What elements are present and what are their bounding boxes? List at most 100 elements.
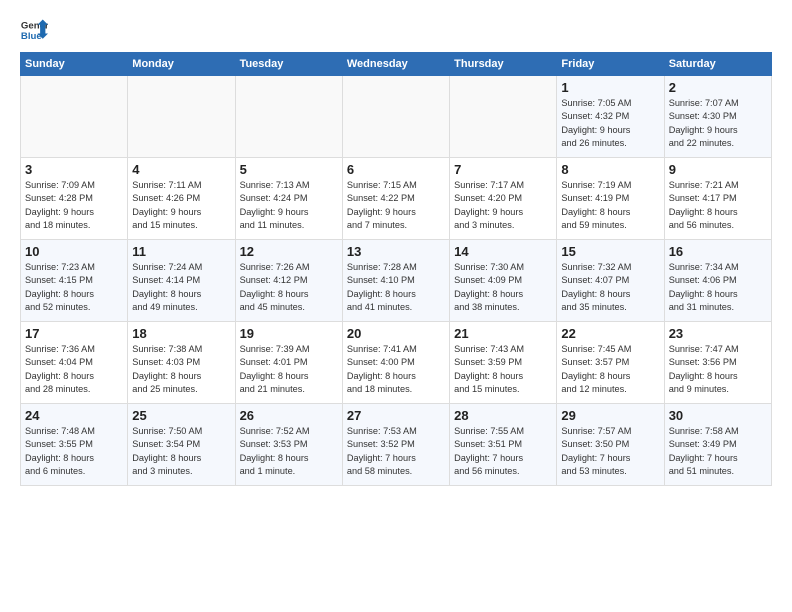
calendar-cell: 8 Sunrise: 7:19 AM Sunset: 4:19 PM Daylig… xyxy=(557,158,664,240)
calendar-table: SundayMondayTuesdayWednesdayThursdayFrid… xyxy=(20,52,772,486)
cell-info: Sunrise: 7:36 AM Sunset: 4:04 PM Dayligh… xyxy=(25,343,123,396)
cell-info: Sunrise: 7:50 AM Sunset: 3:54 PM Dayligh… xyxy=(132,425,230,478)
cell-info: Sunrise: 7:58 AM Sunset: 3:49 PM Dayligh… xyxy=(669,425,767,478)
day-number: 25 xyxy=(132,408,230,423)
calendar-cell: 20 Sunrise: 7:41 AM Sunset: 4:00 PM Dayli… xyxy=(342,322,449,404)
calendar-cell: 15 Sunrise: 7:32 AM Sunset: 4:07 PM Dayli… xyxy=(557,240,664,322)
day-number: 22 xyxy=(561,326,659,341)
day-number: 16 xyxy=(669,244,767,259)
day-number: 19 xyxy=(240,326,338,341)
calendar-cell: 11 Sunrise: 7:24 AM Sunset: 4:14 PM Dayli… xyxy=(128,240,235,322)
day-number: 5 xyxy=(240,162,338,177)
day-number: 28 xyxy=(454,408,552,423)
calendar-cell: 6 Sunrise: 7:15 AM Sunset: 4:22 PM Daylig… xyxy=(342,158,449,240)
calendar-cell: 12 Sunrise: 7:26 AM Sunset: 4:12 PM Dayli… xyxy=(235,240,342,322)
calendar-cell: 19 Sunrise: 7:39 AM Sunset: 4:01 PM Dayli… xyxy=(235,322,342,404)
calendar-cell: 17 Sunrise: 7:36 AM Sunset: 4:04 PM Dayli… xyxy=(21,322,128,404)
cell-info: Sunrise: 7:38 AM Sunset: 4:03 PM Dayligh… xyxy=(132,343,230,396)
cell-info: Sunrise: 7:53 AM Sunset: 3:52 PM Dayligh… xyxy=(347,425,445,478)
day-number: 6 xyxy=(347,162,445,177)
col-header-tuesday: Tuesday xyxy=(235,53,342,76)
cell-info: Sunrise: 7:21 AM Sunset: 4:17 PM Dayligh… xyxy=(669,179,767,232)
cell-info: Sunrise: 7:11 AM Sunset: 4:26 PM Dayligh… xyxy=(132,179,230,232)
calendar-cell xyxy=(342,76,449,158)
calendar-cell: 5 Sunrise: 7:13 AM Sunset: 4:24 PM Daylig… xyxy=(235,158,342,240)
col-header-monday: Monday xyxy=(128,53,235,76)
cell-info: Sunrise: 7:28 AM Sunset: 4:10 PM Dayligh… xyxy=(347,261,445,314)
cell-info: Sunrise: 7:15 AM Sunset: 4:22 PM Dayligh… xyxy=(347,179,445,232)
day-number: 7 xyxy=(454,162,552,177)
calendar-cell: 16 Sunrise: 7:34 AM Sunset: 4:06 PM Dayli… xyxy=(664,240,771,322)
day-number: 12 xyxy=(240,244,338,259)
cell-info: Sunrise: 7:05 AM Sunset: 4:32 PM Dayligh… xyxy=(561,97,659,150)
calendar-cell: 26 Sunrise: 7:52 AM Sunset: 3:53 PM Dayli… xyxy=(235,404,342,486)
day-number: 8 xyxy=(561,162,659,177)
cell-info: Sunrise: 7:32 AM Sunset: 4:07 PM Dayligh… xyxy=(561,261,659,314)
day-number: 13 xyxy=(347,244,445,259)
calendar-cell: 4 Sunrise: 7:11 AM Sunset: 4:26 PM Daylig… xyxy=(128,158,235,240)
calendar-cell: 24 Sunrise: 7:48 AM Sunset: 3:55 PM Dayli… xyxy=(21,404,128,486)
day-number: 23 xyxy=(669,326,767,341)
day-number: 30 xyxy=(669,408,767,423)
col-header-thursday: Thursday xyxy=(450,53,557,76)
day-number: 9 xyxy=(669,162,767,177)
calendar-cell: 23 Sunrise: 7:47 AM Sunset: 3:56 PM Dayli… xyxy=(664,322,771,404)
day-number: 14 xyxy=(454,244,552,259)
calendar-cell xyxy=(128,76,235,158)
cell-info: Sunrise: 7:47 AM Sunset: 3:56 PM Dayligh… xyxy=(669,343,767,396)
day-number: 27 xyxy=(347,408,445,423)
day-number: 3 xyxy=(25,162,123,177)
calendar-cell: 14 Sunrise: 7:30 AM Sunset: 4:09 PM Dayli… xyxy=(450,240,557,322)
cell-info: Sunrise: 7:52 AM Sunset: 3:53 PM Dayligh… xyxy=(240,425,338,478)
day-number: 10 xyxy=(25,244,123,259)
calendar-cell xyxy=(21,76,128,158)
cell-info: Sunrise: 7:13 AM Sunset: 4:24 PM Dayligh… xyxy=(240,179,338,232)
cell-info: Sunrise: 7:45 AM Sunset: 3:57 PM Dayligh… xyxy=(561,343,659,396)
day-number: 15 xyxy=(561,244,659,259)
logo: General Blue xyxy=(20,16,48,44)
cell-info: Sunrise: 7:19 AM Sunset: 4:19 PM Dayligh… xyxy=(561,179,659,232)
calendar-cell: 21 Sunrise: 7:43 AM Sunset: 3:59 PM Dayli… xyxy=(450,322,557,404)
cell-info: Sunrise: 7:43 AM Sunset: 3:59 PM Dayligh… xyxy=(454,343,552,396)
cell-info: Sunrise: 7:26 AM Sunset: 4:12 PM Dayligh… xyxy=(240,261,338,314)
calendar-cell: 18Sunrise: 7:38 AM Sunset: 4:03 PM Dayli… xyxy=(128,322,235,404)
cell-info: Sunrise: 7:23 AM Sunset: 4:15 PM Dayligh… xyxy=(25,261,123,314)
cell-info: Sunrise: 7:41 AM Sunset: 4:00 PM Dayligh… xyxy=(347,343,445,396)
day-number: 4 xyxy=(132,162,230,177)
calendar-cell xyxy=(450,76,557,158)
calendar-cell: 10 Sunrise: 7:23 AM Sunset: 4:15 PM Dayli… xyxy=(21,240,128,322)
cell-info: Sunrise: 7:39 AM Sunset: 4:01 PM Dayligh… xyxy=(240,343,338,396)
cell-info: Sunrise: 7:07 AM Sunset: 4:30 PM Dayligh… xyxy=(669,97,767,150)
calendar-cell: 7 Sunrise: 7:17 AM Sunset: 4:20 PM Daylig… xyxy=(450,158,557,240)
day-number: 26 xyxy=(240,408,338,423)
day-number: 24 xyxy=(25,408,123,423)
calendar-cell: 2 Sunrise: 7:07 AM Sunset: 4:30 PM Daylig… xyxy=(664,76,771,158)
day-number: 2 xyxy=(669,80,767,95)
cell-info: Sunrise: 7:24 AM Sunset: 4:14 PM Dayligh… xyxy=(132,261,230,314)
day-number: 21 xyxy=(454,326,552,341)
calendar-cell: 28 Sunrise: 7:55 AM Sunset: 3:51 PM Dayli… xyxy=(450,404,557,486)
day-number: 1 xyxy=(561,80,659,95)
cell-info: Sunrise: 7:09 AM Sunset: 4:28 PM Dayligh… xyxy=(25,179,123,232)
col-header-friday: Friday xyxy=(557,53,664,76)
svg-text:Blue: Blue xyxy=(21,31,42,42)
cell-info: Sunrise: 7:55 AM Sunset: 3:51 PM Dayligh… xyxy=(454,425,552,478)
col-header-sunday: Sunday xyxy=(21,53,128,76)
day-number: 29 xyxy=(561,408,659,423)
calendar-cell: 27 Sunrise: 7:53 AM Sunset: 3:52 PM Dayli… xyxy=(342,404,449,486)
day-number: 20 xyxy=(347,326,445,341)
calendar-cell: 1 Sunrise: 7:05 AM Sunset: 4:32 PM Daylig… xyxy=(557,76,664,158)
cell-info: Sunrise: 7:34 AM Sunset: 4:06 PM Dayligh… xyxy=(669,261,767,314)
calendar-cell: 22 Sunrise: 7:45 AM Sunset: 3:57 PM Dayli… xyxy=(557,322,664,404)
calendar-cell: 3 Sunrise: 7:09 AM Sunset: 4:28 PM Daylig… xyxy=(21,158,128,240)
cell-info: Sunrise: 7:30 AM Sunset: 4:09 PM Dayligh… xyxy=(454,261,552,314)
cell-info: Sunrise: 7:48 AM Sunset: 3:55 PM Dayligh… xyxy=(25,425,123,478)
calendar-cell: 25 Sunrise: 7:50 AM Sunset: 3:54 PM Dayli… xyxy=(128,404,235,486)
calendar-cell: 9 Sunrise: 7:21 AM Sunset: 4:17 PM Daylig… xyxy=(664,158,771,240)
cell-info: Sunrise: 7:17 AM Sunset: 4:20 PM Dayligh… xyxy=(454,179,552,232)
day-number: 11 xyxy=(132,244,230,259)
calendar-cell xyxy=(235,76,342,158)
calendar-cell: 30 Sunrise: 7:58 AM Sunset: 3:49 PM Dayli… xyxy=(664,404,771,486)
cell-info: Sunrise: 7:57 AM Sunset: 3:50 PM Dayligh… xyxy=(561,425,659,478)
day-number: 17 xyxy=(25,326,123,341)
